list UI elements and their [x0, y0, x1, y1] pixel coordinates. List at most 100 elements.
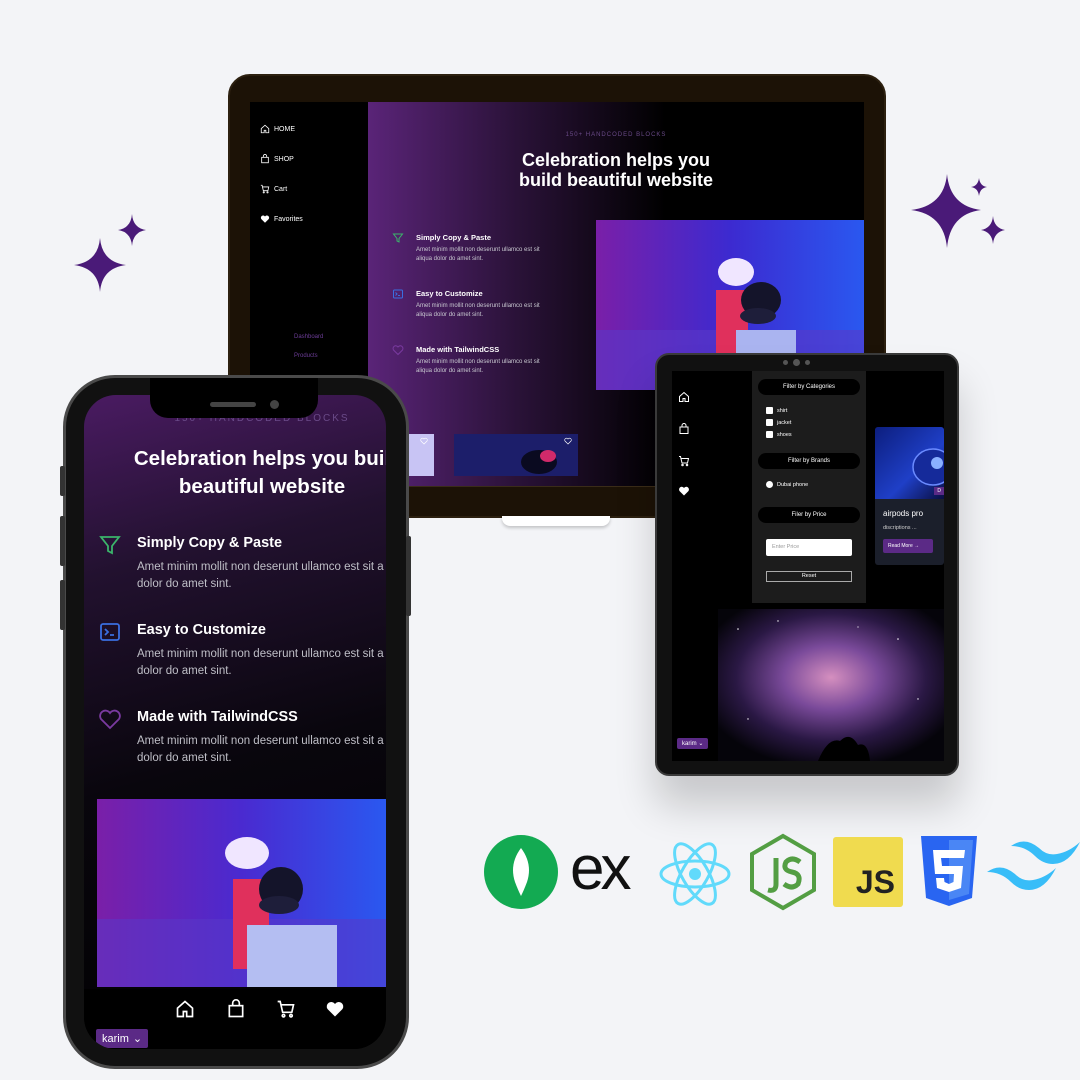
category-checkbox-shirt[interactable]: shirt: [766, 407, 787, 414]
laptop-product-thumb[interactable]: [406, 434, 434, 476]
tablet-filter-panel: Filter by Categories shirt jacket shoes …: [752, 371, 866, 603]
bag-icon[interactable]: [226, 999, 246, 1019]
product-desc: discriptions ...: [883, 525, 917, 531]
laptop-feature-desc: Amet minim mollit non deserunt ullamco e…: [416, 359, 540, 374]
earbuds-thumb-image: [521, 450, 557, 474]
checkbox[interactable]: [766, 431, 773, 438]
home-icon: [260, 124, 270, 134]
home-icon[interactable]: [678, 391, 690, 403]
checkbox[interactable]: [766, 407, 773, 414]
phone-side-button: [60, 466, 65, 496]
price-input[interactable]: Enter Price: [766, 539, 852, 556]
tablet-sidebar: [672, 371, 718, 761]
laptop-link-products[interactable]: Products: [294, 353, 318, 359]
checkbox[interactable]: [766, 419, 773, 426]
laptop-link-dashboard[interactable]: Dashboard: [294, 334, 323, 340]
user-name: karim: [682, 741, 697, 747]
phone-feature-title: Made with TailwindCSS: [137, 709, 298, 725]
laptop-feature-desc: Amet minim mollit non deserunt ullamco e…: [416, 247, 540, 262]
filter-categories-header[interactable]: Filter by Categories: [758, 379, 860, 395]
heart-icon[interactable]: [325, 999, 345, 1019]
product-card-image: D: [875, 427, 944, 499]
javascript-logo-text: JS: [855, 864, 895, 900]
mongodb-logo: [484, 835, 558, 909]
radio-button[interactable]: [766, 481, 773, 488]
checkbox-label: shoes: [777, 431, 792, 438]
tablet-camera: [783, 360, 788, 365]
heart-icon[interactable]: [678, 485, 690, 497]
category-checkbox-shoes[interactable]: shoes: [766, 431, 792, 438]
phone-speaker: [210, 402, 256, 407]
express-logo: ex: [570, 834, 631, 903]
product-card[interactable]: D airpods pro discriptions ... Read More…: [875, 427, 944, 565]
heart-outline-icon[interactable]: [564, 437, 572, 445]
read-more-label: Read More: [888, 543, 913, 549]
laptop-feature-desc: Amet minim mollit non deserunt ullamco e…: [416, 303, 540, 318]
product-badge: D: [934, 487, 944, 495]
reset-button[interactable]: Reset: [766, 571, 852, 582]
category-checkbox-jacket[interactable]: jacket: [766, 419, 791, 426]
phone-feature-desc: Amet minim mollit non deserunt ullamco e…: [137, 648, 384, 677]
terminal-icon: [100, 623, 120, 641]
laptop-nav-home[interactable]: HOME: [260, 124, 295, 134]
heart-outline-icon: [392, 345, 404, 356]
user-name: karim: [102, 1032, 129, 1045]
bag-icon: [261, 154, 269, 164]
laptop-nav-favorites[interactable]: Favorites: [260, 214, 303, 224]
tailwind-logo: [987, 841, 1080, 890]
user-menu[interactable]: karim ⌄: [96, 1029, 149, 1048]
laptop-nav-label: HOME: [274, 125, 295, 133]
laptop-nav-label: Favorites: [274, 215, 303, 223]
tablet-screen: Filter by Categories shirt jacket shoes …: [672, 371, 944, 761]
phone-notch: [150, 378, 318, 418]
css3-logo: [921, 836, 977, 906]
phone-camera: [270, 400, 279, 409]
laptop-feature-title: Simply Copy & Paste: [416, 233, 492, 242]
laptop-title-line2: build beautiful website: [518, 170, 713, 190]
galaxy-image: [718, 609, 944, 761]
user-menu[interactable]: karim ⌄: [677, 738, 709, 749]
tablet-camera: [793, 359, 800, 366]
tablet-frame: Filter by Categories shirt jacket shoes …: [655, 353, 959, 776]
laptop-feature-title: Made with TailwindCSS: [416, 345, 500, 354]
home-icon[interactable]: [175, 999, 195, 1019]
phone-side-button: [406, 536, 411, 616]
filter-icon: [99, 536, 121, 555]
phone-feature-title: Easy to Customize: [137, 622, 266, 638]
laptop-nav-label: SHOP: [274, 155, 294, 163]
laptop-hero-title: Celebration helps you build beautiful we…: [368, 150, 864, 190]
cart-icon[interactable]: [276, 999, 296, 1019]
laptop-nav-shop[interactable]: SHOP: [260, 154, 294, 164]
chevron-down-icon: ⌄: [698, 741, 704, 747]
laptop-stand: [502, 516, 610, 526]
filter-brands-header[interactable]: Filter by Brands: [758, 453, 860, 469]
laptop-eyebrow: 150+ HANDCODED BLOCKS: [565, 132, 667, 138]
phone-feature-desc: Amet minim mollit non deserunt ullamco e…: [137, 561, 384, 590]
phone-title-line2: beautiful website: [178, 475, 346, 498]
laptop-nav-cart[interactable]: Cart: [260, 184, 287, 194]
cart-icon: [260, 184, 270, 194]
terminal-icon: [393, 289, 403, 299]
phone-title-line1: Celebration helps you buil: [133, 447, 386, 470]
phone-feature-desc: Amet minim mollit non deserunt ullamco e…: [137, 735, 384, 764]
filter-price-header[interactable]: Filer by Price: [758, 507, 860, 523]
laptop-nav-label: Cart: [274, 185, 288, 193]
phone-side-button: [60, 580, 65, 630]
heart-icon: [260, 215, 270, 223]
heart-outline-icon[interactable]: [420, 437, 428, 445]
phone-side-button: [60, 516, 65, 566]
sparkle-left-icon: [74, 214, 146, 292]
checkbox-label: shirt: [777, 407, 788, 414]
laptop-product-thumb[interactable]: [454, 434, 578, 476]
cart-icon[interactable]: [678, 455, 690, 467]
radio-label: Dubai phone: [777, 481, 809, 488]
brand-radio-dubai-phone[interactable]: Dubai phone: [766, 481, 808, 488]
chevron-down-icon: ⌄: [132, 1033, 143, 1045]
read-more-button[interactable]: Read More →: [883, 539, 933, 553]
javascript-logo: JS: [833, 837, 903, 907]
phone-screen: 150+ HANDCODED BLOCKS Celebration helps …: [84, 395, 386, 1049]
earbuds-hero-image: [97, 799, 386, 987]
checkbox-label: jacket: [777, 419, 792, 426]
phone-hero-title: Celebration helps you buil beautiful web…: [84, 445, 386, 501]
bag-icon[interactable]: [678, 423, 690, 435]
